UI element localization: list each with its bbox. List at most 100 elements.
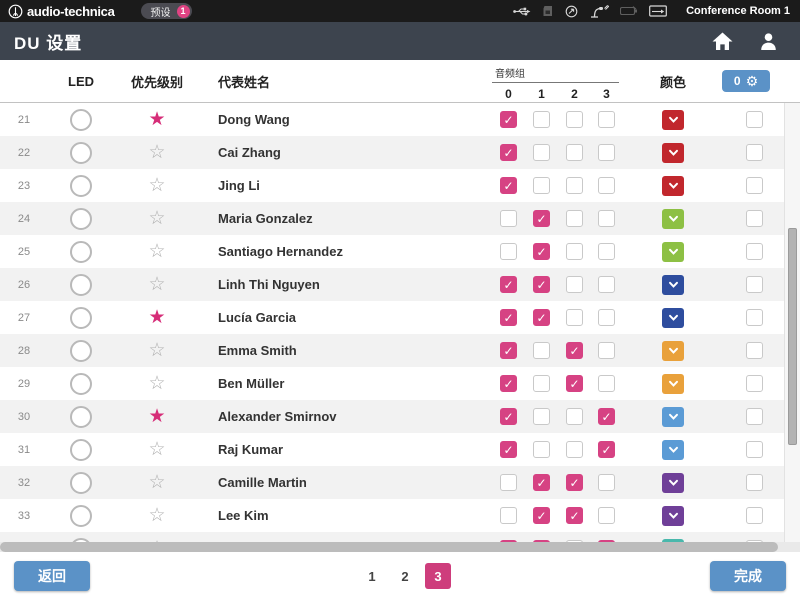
- priority-star-icon[interactable]: ☆: [148, 175, 165, 196]
- back-button[interactable]: 返回: [14, 561, 90, 591]
- led-indicator[interactable]: [70, 109, 92, 131]
- group-0-checkbox[interactable]: [500, 177, 517, 194]
- group-1-checkbox[interactable]: [533, 210, 550, 227]
- led-indicator[interactable]: [70, 406, 92, 428]
- group-2-checkbox[interactable]: [566, 375, 583, 392]
- group-1-checkbox[interactable]: [533, 507, 550, 524]
- color-select[interactable]: [662, 473, 684, 493]
- priority-star-icon[interactable]: ★: [148, 109, 165, 130]
- select-checkbox[interactable]: [746, 276, 763, 293]
- group-0-checkbox[interactable]: [500, 111, 517, 128]
- group-1-checkbox[interactable]: [533, 342, 550, 359]
- led-indicator[interactable]: [70, 274, 92, 296]
- priority-star-icon[interactable]: ☆: [148, 439, 165, 460]
- group-3-checkbox[interactable]: [598, 111, 615, 128]
- group-3-checkbox[interactable]: [598, 408, 615, 425]
- group-1-checkbox[interactable]: [533, 177, 550, 194]
- color-select[interactable]: [662, 110, 684, 130]
- group-3-checkbox[interactable]: [598, 507, 615, 524]
- selection-settings-button[interactable]: 0 ⚙: [722, 70, 770, 92]
- group-2-checkbox[interactable]: [566, 210, 583, 227]
- group-2-checkbox[interactable]: [566, 408, 583, 425]
- color-select[interactable]: [662, 242, 684, 262]
- group-0-checkbox[interactable]: [500, 441, 517, 458]
- page-button-3[interactable]: 3: [425, 563, 451, 589]
- select-checkbox[interactable]: [746, 342, 763, 359]
- page-button-1[interactable]: 1: [359, 563, 385, 589]
- group-2-checkbox[interactable]: [566, 309, 583, 326]
- group-0-checkbox[interactable]: [500, 474, 517, 491]
- led-indicator[interactable]: [70, 340, 92, 362]
- priority-star-icon[interactable]: ★: [148, 307, 165, 328]
- done-button[interactable]: 完成: [710, 561, 786, 591]
- color-select[interactable]: [662, 176, 684, 196]
- select-checkbox[interactable]: [746, 474, 763, 491]
- group-0-checkbox[interactable]: [500, 276, 517, 293]
- led-indicator[interactable]: [70, 505, 92, 527]
- priority-star-icon[interactable]: ☆: [148, 241, 165, 262]
- select-checkbox[interactable]: [746, 111, 763, 128]
- group-1-checkbox[interactable]: [533, 243, 550, 260]
- group-3-checkbox[interactable]: [598, 474, 615, 491]
- color-select[interactable]: [662, 407, 684, 427]
- group-1-checkbox[interactable]: [533, 408, 550, 425]
- priority-star-icon[interactable]: ☆: [148, 208, 165, 229]
- group-3-checkbox[interactable]: [598, 276, 615, 293]
- group-2-checkbox[interactable]: [566, 474, 583, 491]
- group-0-checkbox[interactable]: [500, 408, 517, 425]
- color-select[interactable]: [662, 209, 684, 229]
- group-1-checkbox[interactable]: [533, 441, 550, 458]
- color-select[interactable]: [662, 374, 684, 394]
- vertical-scrollbar-thumb[interactable]: [788, 228, 797, 445]
- priority-star-icon[interactable]: ☆: [148, 505, 165, 526]
- home-icon[interactable]: [712, 32, 733, 51]
- preset-pill[interactable]: 预设 1: [141, 3, 192, 19]
- group-1-checkbox[interactable]: [533, 375, 550, 392]
- group-2-checkbox[interactable]: [566, 144, 583, 161]
- horizontal-scrollbar-thumb[interactable]: [0, 542, 778, 552]
- led-indicator[interactable]: [70, 472, 92, 494]
- priority-star-icon[interactable]: ☆: [148, 472, 165, 493]
- group-1-checkbox[interactable]: [533, 309, 550, 326]
- select-checkbox[interactable]: [746, 408, 763, 425]
- color-select[interactable]: [662, 341, 684, 361]
- select-checkbox[interactable]: [746, 210, 763, 227]
- led-indicator[interactable]: [70, 142, 92, 164]
- group-0-checkbox[interactable]: [500, 309, 517, 326]
- group-2-checkbox[interactable]: [566, 276, 583, 293]
- group-0-checkbox[interactable]: [500, 144, 517, 161]
- vertical-scrollbar[interactable]: [784, 103, 800, 542]
- group-2-checkbox[interactable]: [566, 342, 583, 359]
- select-checkbox[interactable]: [746, 144, 763, 161]
- color-select[interactable]: [662, 308, 684, 328]
- group-2-checkbox[interactable]: [566, 111, 583, 128]
- color-select[interactable]: [662, 506, 684, 526]
- group-3-checkbox[interactable]: [598, 177, 615, 194]
- color-select[interactable]: [662, 275, 684, 295]
- group-1-checkbox[interactable]: [533, 144, 550, 161]
- horizontal-scrollbar[interactable]: [0, 542, 800, 552]
- led-indicator[interactable]: [70, 208, 92, 230]
- select-checkbox[interactable]: [746, 309, 763, 326]
- group-0-checkbox[interactable]: [500, 243, 517, 260]
- select-checkbox[interactable]: [746, 177, 763, 194]
- led-indicator[interactable]: [70, 241, 92, 263]
- group-2-checkbox[interactable]: [566, 507, 583, 524]
- group-0-checkbox[interactable]: [500, 375, 517, 392]
- group-0-checkbox[interactable]: [500, 342, 517, 359]
- group-3-checkbox[interactable]: [598, 309, 615, 326]
- priority-star-icon[interactable]: ☆: [148, 340, 165, 361]
- priority-star-icon[interactable]: ☆: [148, 373, 165, 394]
- priority-star-icon[interactable]: ★: [148, 406, 165, 427]
- group-1-checkbox[interactable]: [533, 111, 550, 128]
- color-select[interactable]: [662, 143, 684, 163]
- group-0-checkbox[interactable]: [500, 507, 517, 524]
- group-3-checkbox[interactable]: [598, 375, 615, 392]
- group-0-checkbox[interactable]: [500, 210, 517, 227]
- group-3-checkbox[interactable]: [598, 144, 615, 161]
- group-2-checkbox[interactable]: [566, 177, 583, 194]
- select-checkbox[interactable]: [746, 441, 763, 458]
- group-3-checkbox[interactable]: [598, 210, 615, 227]
- group-2-checkbox[interactable]: [566, 441, 583, 458]
- group-3-checkbox[interactable]: [598, 243, 615, 260]
